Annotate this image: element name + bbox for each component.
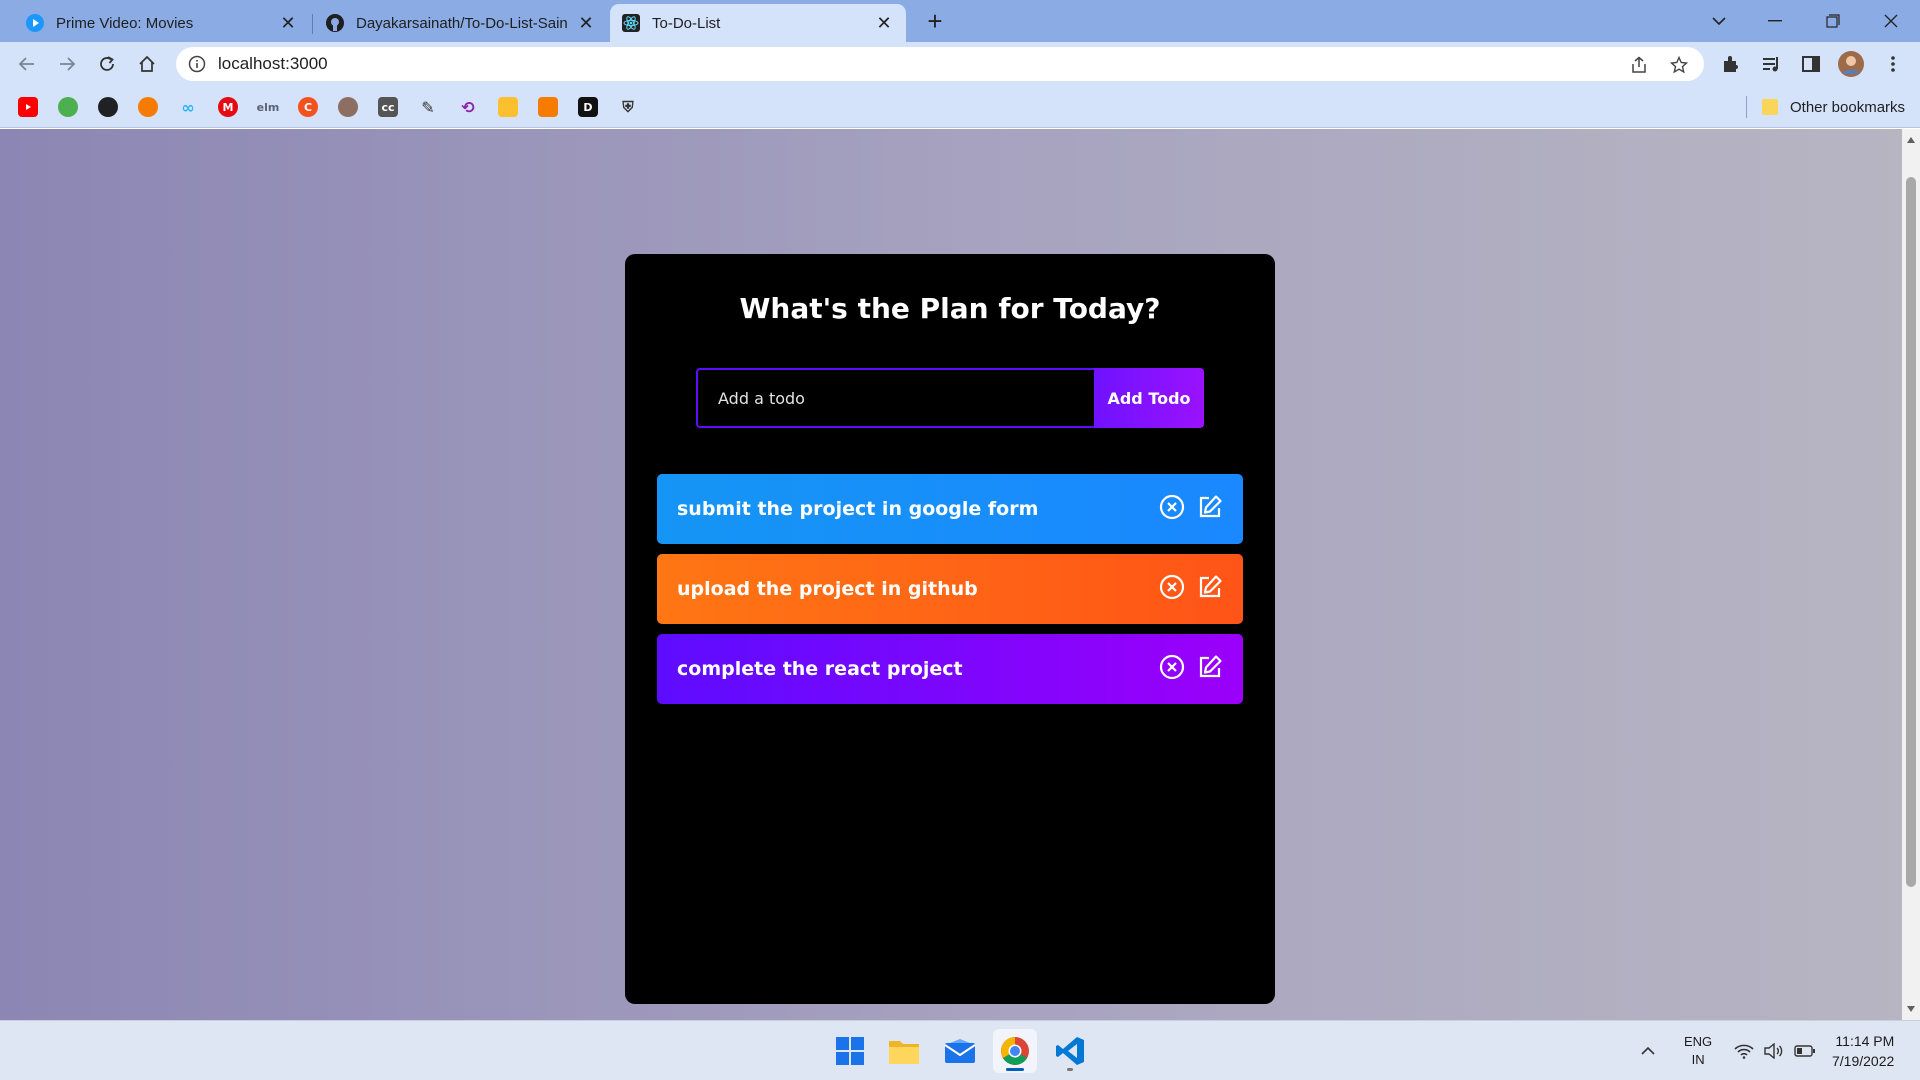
scrollbar-thumb[interactable] <box>1906 177 1916 887</box>
clock-date: 7/19/2022 <box>1832 1053 1895 1069</box>
restore-button[interactable] <box>1810 6 1856 36</box>
chrome-menu-icon[interactable] <box>1880 51 1906 77</box>
todo-text[interactable]: upload the project in github <box>677 578 1159 600</box>
avatar-icon[interactable] <box>338 97 358 117</box>
show-hidden-icons[interactable] <box>1640 1021 1656 1080</box>
other-bookmarks-folder[interactable]: Other bookmarks <box>1762 95 1905 119</box>
cube-yellow-icon[interactable] <box>498 97 518 117</box>
close-tab-icon[interactable]: ✕ <box>874 13 894 33</box>
site-info-icon[interactable] <box>188 55 206 78</box>
language-label: ENG <box>1684 1034 1713 1049</box>
todo-item: upload the project in github <box>657 554 1243 624</box>
windows-taskbar: ENG IN 11:14 PM 7/19/2022 <box>0 1020 1920 1080</box>
pencil-icon[interactable]: ✎ <box>418 97 438 117</box>
todo-item: submit the project in google form <box>657 474 1243 544</box>
clock[interactable]: 11:14 PM 7/19/2022 <box>1832 1021 1894 1080</box>
bookmark-star-icon[interactable] <box>1668 54 1690 76</box>
todo-text[interactable]: complete the react project <box>677 658 1159 680</box>
chrome-web-store-icon[interactable] <box>58 97 78 117</box>
close-tab-icon[interactable]: ✕ <box>576 13 596 33</box>
running-app-indicator <box>1067 1068 1073 1071</box>
bookmarks-bar: ∞ M elm C cc ✎ ⟲ D ⛨ Other bookmarks <box>0 86 1920 128</box>
extensions-icon[interactable] <box>1718 51 1744 77</box>
todo-input[interactable] <box>696 368 1094 428</box>
tab-github[interactable]: Dayakarsainath/To-Do-List-Saina ✕ <box>314 4 608 42</box>
home-button[interactable] <box>132 49 162 79</box>
add-todo-button[interactable]: Add Todo <box>1094 368 1204 428</box>
clock-time: 11:14 PM <box>1835 1033 1895 1049</box>
profile-avatar[interactable] <box>1838 51 1864 77</box>
infinity-icon[interactable]: ∞ <box>178 97 198 117</box>
windows-start-icon[interactable] <box>828 1029 872 1073</box>
language-indicator[interactable]: ENG IN <box>1684 1021 1712 1080</box>
side-panel-icon[interactable] <box>1798 51 1824 77</box>
mail-icon[interactable] <box>938 1029 982 1073</box>
back-button[interactable] <box>12 49 42 79</box>
wifi-icon[interactable] <box>1734 1021 1754 1080</box>
file-explorer-icon[interactable] <box>882 1029 926 1073</box>
bookmarks-divider <box>1746 96 1747 118</box>
tab-title: Dayakarsainath/To-Do-List-Saina <box>356 14 568 32</box>
scroll-up-arrow-icon[interactable] <box>1907 137 1915 143</box>
address-url: localhost:3000 <box>218 54 328 73</box>
todo-form: Add Todo <box>696 368 1204 428</box>
elm-icon[interactable]: elm <box>257 97 280 117</box>
vscode-icon[interactable] <box>1048 1029 1092 1073</box>
todo-app-card: What's the Plan for Today? Add Todo subm… <box>625 254 1275 1004</box>
tab-title: To-Do-List <box>652 14 721 32</box>
region-label: IN <box>1691 1052 1705 1067</box>
minimize-button[interactable] <box>1752 6 1798 36</box>
prime-video-icon <box>26 14 44 32</box>
m-letter-icon[interactable]: M <box>218 97 238 117</box>
page-viewport: What's the Plan for Today? Add Todo subm… <box>0 129 1902 1020</box>
cc-icon[interactable]: cc <box>378 97 398 117</box>
edit-todo-icon[interactable] <box>1197 574 1223 605</box>
new-tab-button[interactable]: + <box>921 8 949 36</box>
share-icon[interactable] <box>1628 54 1650 76</box>
react-icon <box>622 14 640 32</box>
delete-todo-icon[interactable] <box>1159 654 1185 685</box>
battery-icon[interactable] <box>1794 1021 1816 1080</box>
globe-icon[interactable] <box>98 97 118 117</box>
scroll-down-arrow-icon[interactable] <box>1907 1006 1915 1012</box>
page-title: What's the Plan for Today? <box>739 292 1161 325</box>
chrome-icon[interactable] <box>993 1029 1037 1073</box>
edit-todo-icon[interactable] <box>1197 654 1223 685</box>
volume-icon[interactable] <box>1764 1021 1784 1080</box>
delete-todo-icon[interactable] <box>1159 574 1185 605</box>
todo-item: complete the react project <box>657 634 1243 704</box>
other-bookmarks-label: Other bookmarks <box>1790 98 1906 116</box>
todo-text[interactable]: submit the project in google form <box>677 498 1159 520</box>
replit-icon[interactable]: ⟲ <box>458 97 478 117</box>
media-controls-icon[interactable] <box>1758 51 1784 77</box>
active-app-indicator <box>1006 1068 1024 1071</box>
close-window-button[interactable] <box>1868 6 1914 36</box>
tab-prime-video[interactable]: Prime Video: Movies ✕ <box>14 4 310 42</box>
edit-todo-icon[interactable] <box>1197 494 1223 525</box>
tab-title: Prime Video: Movies <box>56 14 194 32</box>
forward-button[interactable] <box>52 49 82 79</box>
d-letter-icon[interactable]: D <box>578 97 598 117</box>
page-scrollbar[interactable] <box>1902 129 1920 1020</box>
reload-button[interactable] <box>92 49 122 79</box>
delete-todo-icon[interactable] <box>1159 494 1185 525</box>
tab-divider <box>312 14 313 34</box>
close-tab-icon[interactable]: ✕ <box>278 13 298 33</box>
browser-toolbar: localhost:3000 <box>0 42 1920 86</box>
cube-orange-icon[interactable] <box>538 97 558 117</box>
c-circle-icon[interactable]: C <box>298 97 318 117</box>
address-bar[interactable]: localhost:3000 <box>176 47 1704 81</box>
folder-icon <box>1762 99 1778 115</box>
tab-to-do-list[interactable]: To-Do-List ✕ <box>610 4 906 42</box>
tab-search-icon[interactable] <box>1696 6 1742 36</box>
youtube-icon[interactable] <box>18 97 38 117</box>
github-icon <box>326 14 344 32</box>
browser-tabstrip: Prime Video: Movies ✕ Dayakarsainath/To-… <box>0 0 1920 42</box>
sun-icon[interactable] <box>138 97 158 117</box>
shield-icon[interactable]: ⛨ <box>618 97 638 117</box>
